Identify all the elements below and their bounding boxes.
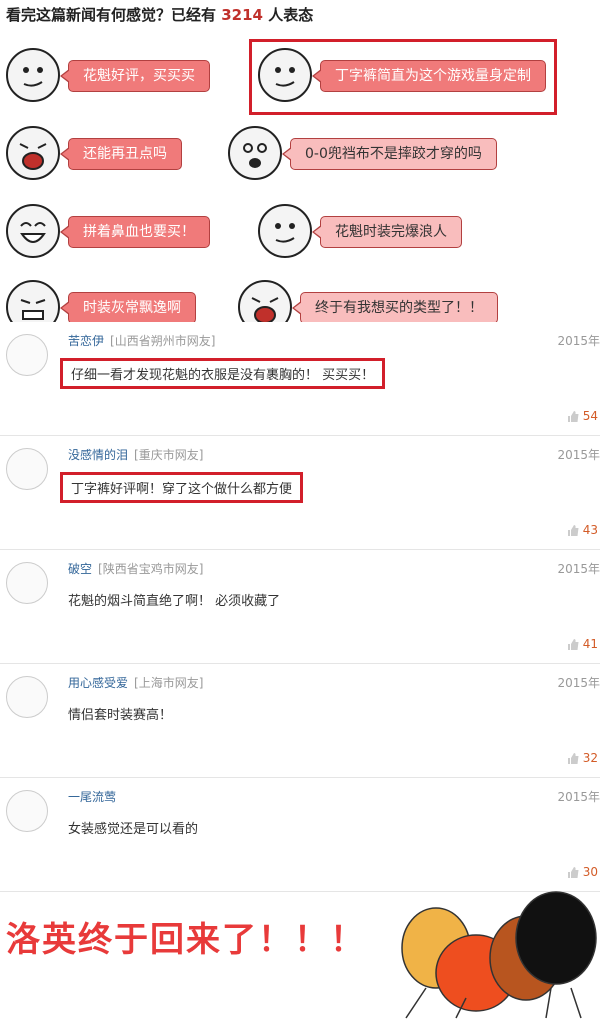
comment-text: 花魁的烟斗简直绝了啊！ 必须收藏了 [68, 594, 281, 609]
comment-meta: 用心感受爱 [上海市网友] [68, 674, 203, 691]
like-button[interactable]: 43 [567, 523, 598, 537]
comment-user[interactable]: 苦恋伊 [68, 334, 104, 348]
like-count: 54 [582, 409, 598, 423]
reaction-item[interactable]: 还能再丑点吗 [6, 126, 226, 184]
reaction-header: 看完这篇新闻有何感觉？已经有 3214 人表态 [6, 4, 313, 26]
comment-user[interactable]: 破空 [68, 562, 92, 576]
thumbs-up-icon [567, 524, 579, 536]
reaction-label: 丁字裤简直为这个游戏量身定制 [312, 60, 546, 92]
avatar[interactable] [6, 676, 48, 718]
reaction-label: 终于有我想买的类型了！！ [292, 292, 498, 324]
comment-meta: 破空 [陕西省宝鸡市网友] [68, 560, 203, 577]
comment-item: 一尾流莺 2015年 女装感觉还是可以看的 30 [0, 778, 600, 892]
comment-item: 用心感受爱 [上海市网友] 2015年 情侣套时装赛高！ 32 [0, 664, 600, 778]
thumbs-up-icon [567, 866, 579, 878]
cartoon-characters-illustration [401, 891, 597, 1019]
header-prefix: 看完这篇新闻有何感觉？已经有 [6, 6, 217, 24]
laugh-face-icon [6, 204, 60, 258]
reaction-item[interactable]: 0-0兜裆布不是摔跤才穿的吗 [228, 126, 528, 184]
reaction-count: 3214 [221, 6, 263, 24]
comment-date: 2015年 [557, 562, 600, 576]
thumbs-up-icon [567, 410, 579, 422]
like-count: 30 [582, 865, 598, 879]
banner-text: 洛英终于回来了！！！ [6, 920, 366, 960]
comment-date: 2015年 [557, 448, 600, 462]
comment-list: 苦恋伊 [山西省朔州市网友] 2015年 仔细一看才发现花魁的衣服是没有裹胸的！ … [0, 322, 600, 892]
avatar[interactable] [6, 448, 48, 490]
comment-meta: 没感情的泪 [重庆市网友] [68, 446, 203, 463]
comment-date: 2015年 [557, 676, 600, 690]
shout-face-icon [6, 126, 60, 180]
reaction-item[interactable]: 花魁好评，买买买 [6, 48, 236, 106]
smirk-face-icon [258, 204, 312, 258]
comment-item: 破空 [陕西省宝鸡市网友] 2015年 花魁的烟斗简直绝了啊！ 必须收藏了 41 [0, 550, 600, 664]
reaction-label: 花魁好评，买买买 [60, 60, 210, 92]
comment-text: 仔细一看才发现花魁的衣服是没有裹胸的！ 买买买！ [60, 358, 386, 389]
comment-text: 情侣套时装赛高！ [68, 708, 173, 723]
comment-text: 女装感觉还是可以看的 [68, 822, 199, 837]
comment-location: [重庆市网友] [134, 448, 204, 462]
comment-item: 苦恋伊 [山西省朔州市网友] 2015年 仔细一看才发现花魁的衣服是没有裹胸的！ … [0, 322, 600, 436]
comment-item: 没感情的泪 [重庆市网友] 2015年 丁字裤好评啊！穿了这个做什么都方便 43 [0, 436, 600, 550]
smirk-face-icon [258, 48, 312, 102]
thumbs-up-icon [567, 638, 579, 650]
comment-location: [上海市网友] [134, 676, 204, 690]
reaction-label: 0-0兜裆布不是摔跤才穿的吗 [282, 138, 497, 170]
reaction-grid: 花魁好评，买买买 丁字裤简直为这个游戏量身定制 还能再丑点吗 0-0兜裆布不是摔… [0, 39, 600, 340]
reaction-label: 花魁时装完爆浪人 [312, 216, 462, 248]
reaction-label: 拼着鼻血也要买！ [60, 216, 210, 248]
comment-user[interactable]: 没感情的泪 [68, 448, 128, 462]
reaction-item[interactable]: 拼着鼻血也要买！ [6, 204, 236, 262]
like-count: 41 [582, 637, 598, 651]
comment-location: [陕西省宝鸡市网友] [98, 562, 204, 576]
avatar[interactable] [6, 790, 48, 832]
reaction-label: 时装灰常飘逸啊 [60, 292, 196, 324]
like-button[interactable]: 54 [567, 409, 598, 423]
comment-meta: 苦恋伊 [山西省朔州市网友] [68, 332, 215, 349]
header-suffix: 人表态 [268, 6, 314, 24]
comment-date: 2015年 [557, 790, 600, 804]
like-count: 43 [582, 523, 598, 537]
reaction-item[interactable]: 花魁时装完爆浪人 [258, 204, 488, 262]
comment-user[interactable]: 一尾流莺 [68, 790, 116, 804]
avatar[interactable] [6, 562, 48, 604]
thumbs-up-icon [567, 752, 579, 764]
reaction-label: 还能再丑点吗 [60, 138, 182, 170]
like-button[interactable]: 30 [567, 865, 598, 879]
comment-date: 2015年 [557, 334, 600, 348]
like-button[interactable]: 41 [567, 637, 598, 651]
comment-user[interactable]: 用心感受爱 [68, 676, 128, 690]
comment-meta: 一尾流莺 [68, 788, 122, 805]
comment-location: [山西省朔州市网友] [110, 334, 216, 348]
reaction-item[interactable]: 丁字裤简直为这个游戏量身定制 [249, 39, 557, 115]
shock-face-icon [228, 126, 282, 180]
like-button[interactable]: 32 [567, 751, 598, 765]
like-count: 32 [582, 751, 598, 765]
avatar[interactable] [6, 334, 48, 376]
smirk-face-icon [6, 48, 60, 102]
comment-text: 丁字裤好评啊！穿了这个做什么都方便 [60, 472, 304, 503]
